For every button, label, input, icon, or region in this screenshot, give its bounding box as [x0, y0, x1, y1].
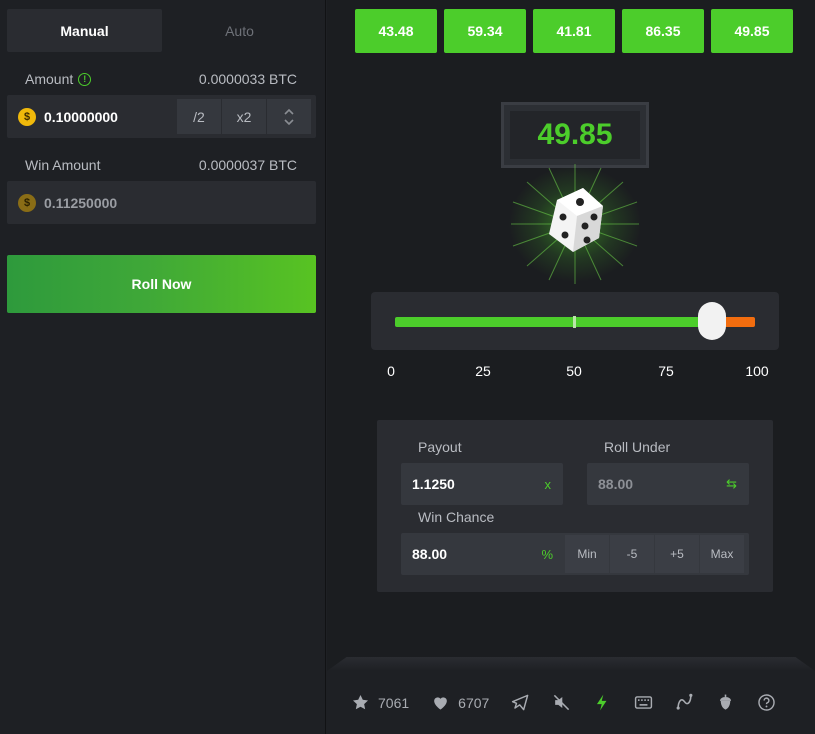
- plus-five-button[interactable]: +5: [655, 535, 699, 573]
- roll-under-value: 88.00: [598, 476, 634, 492]
- dice-graphic: [505, 162, 645, 287]
- win-range-track: [395, 317, 712, 327]
- coin-icon: $: [18, 193, 36, 212]
- max-button[interactable]: Max: [700, 535, 744, 573]
- amount-label-row: Amount !: [25, 71, 92, 87]
- win-chance-value[interactable]: 88.00: [412, 546, 447, 562]
- slider-tick: 75: [658, 363, 674, 379]
- mute-icon: [554, 694, 570, 711]
- sound-button[interactable]: [552, 693, 571, 712]
- chevron-up-icon[interactable]: [284, 108, 294, 115]
- coin-icon: $: [18, 107, 36, 126]
- info-icon[interactable]: !: [78, 72, 92, 86]
- payout-label: Payout: [418, 439, 462, 455]
- history-item[interactable]: 43.48: [355, 9, 437, 53]
- tab-manual[interactable]: Manual: [7, 9, 162, 52]
- win-amount-field: $ 0.11250000: [7, 181, 316, 224]
- multiplier-icon: x: [544, 476, 552, 492]
- mode-tabs: Manual Auto: [7, 9, 317, 52]
- slider-handle[interactable]: [697, 302, 726, 340]
- lightning-icon: [597, 694, 607, 711]
- amount-controls: /2 x2: [176, 99, 311, 134]
- hotkeys-button[interactable]: [634, 693, 653, 712]
- acorn-icon: [720, 694, 732, 710]
- favorite-button[interactable]: 7061: [351, 693, 409, 712]
- min-button[interactable]: Min: [565, 535, 609, 573]
- amount-stepper[interactable]: [267, 99, 311, 134]
- roll-slider[interactable]: [371, 292, 779, 350]
- trend-icon: [676, 693, 693, 710]
- like-button[interactable]: 6707: [431, 693, 489, 712]
- swap-icon[interactable]: ⇆: [726, 476, 737, 492]
- roll-under-field[interactable]: 88.00 ⇆: [587, 463, 749, 505]
- amount-input[interactable]: $ 0.10000000 /2 x2: [7, 95, 316, 138]
- heart-icon: [434, 697, 447, 710]
- tab-auto[interactable]: Auto: [162, 9, 317, 52]
- roll-now-button[interactable]: Roll Now: [7, 255, 316, 313]
- win-chance-buttons: Min -5 +5 Max: [565, 535, 745, 573]
- help-icon: [758, 694, 776, 711]
- send-icon: [512, 694, 529, 711]
- footer-toolbar: 7061 6707: [327, 671, 815, 734]
- chevron-down-icon[interactable]: [284, 118, 294, 126]
- slider-tick: 0: [387, 363, 395, 379]
- slider-tick: 25: [475, 363, 491, 379]
- history-item[interactable]: 41.81: [533, 9, 615, 53]
- stats-button[interactable]: [675, 693, 694, 712]
- favorite-count: 7061: [378, 694, 410, 711]
- amount-label: Amount: [25, 71, 74, 87]
- bet-stats-panel: Payout Roll Under 1.1250 x 88.00 ⇆ Win C…: [377, 420, 773, 592]
- roll-history: 43.48 59.34 41.81 86.35 49.85: [355, 9, 800, 53]
- slider-tick: 100: [745, 363, 769, 379]
- center-marker: [573, 316, 576, 328]
- star-icon: [352, 694, 369, 710]
- amount-value[interactable]: 0.10000000: [44, 109, 118, 125]
- result-value: 49.85: [510, 111, 640, 159]
- share-button[interactable]: [511, 693, 530, 712]
- win-amount-btc-value: 0.0000037 BTC: [198, 157, 297, 173]
- fast-mode-button[interactable]: [593, 693, 612, 712]
- like-count: 6707: [458, 694, 490, 711]
- percent-icon: %: [541, 546, 553, 562]
- footer-divider: [327, 657, 815, 671]
- payout-input[interactable]: 1.1250 x: [401, 463, 563, 505]
- dice-icon: [509, 164, 641, 284]
- win-amount-label: Win Amount: [25, 157, 101, 173]
- amount-btc-value: 0.0000033 BTC: [198, 71, 297, 87]
- history-item[interactable]: 59.34: [444, 9, 526, 53]
- bet-panel: Manual Auto Amount ! 0.0000033 BTC $ 0.1…: [0, 0, 326, 734]
- fairness-button[interactable]: [716, 693, 735, 712]
- win-amount-value: 0.11250000: [44, 194, 118, 211]
- win-chance-label: Win Chance: [418, 509, 495, 525]
- slider-tick: 50: [566, 363, 582, 379]
- double-button[interactable]: x2: [222, 99, 266, 134]
- result-display: 49.85: [501, 102, 649, 168]
- history-item[interactable]: 49.85: [711, 9, 793, 53]
- keyboard-icon: [635, 696, 653, 709]
- game-panel: 43.48 59.34 41.81 86.35 49.85 49.85 0 25…: [327, 0, 815, 734]
- minus-five-button[interactable]: -5: [610, 535, 654, 573]
- roll-under-label: Roll Under: [604, 439, 671, 455]
- payout-value[interactable]: 1.1250: [412, 476, 455, 492]
- half-button[interactable]: /2: [177, 99, 221, 134]
- help-button[interactable]: [757, 693, 776, 712]
- history-item[interactable]: 86.35: [622, 9, 704, 53]
